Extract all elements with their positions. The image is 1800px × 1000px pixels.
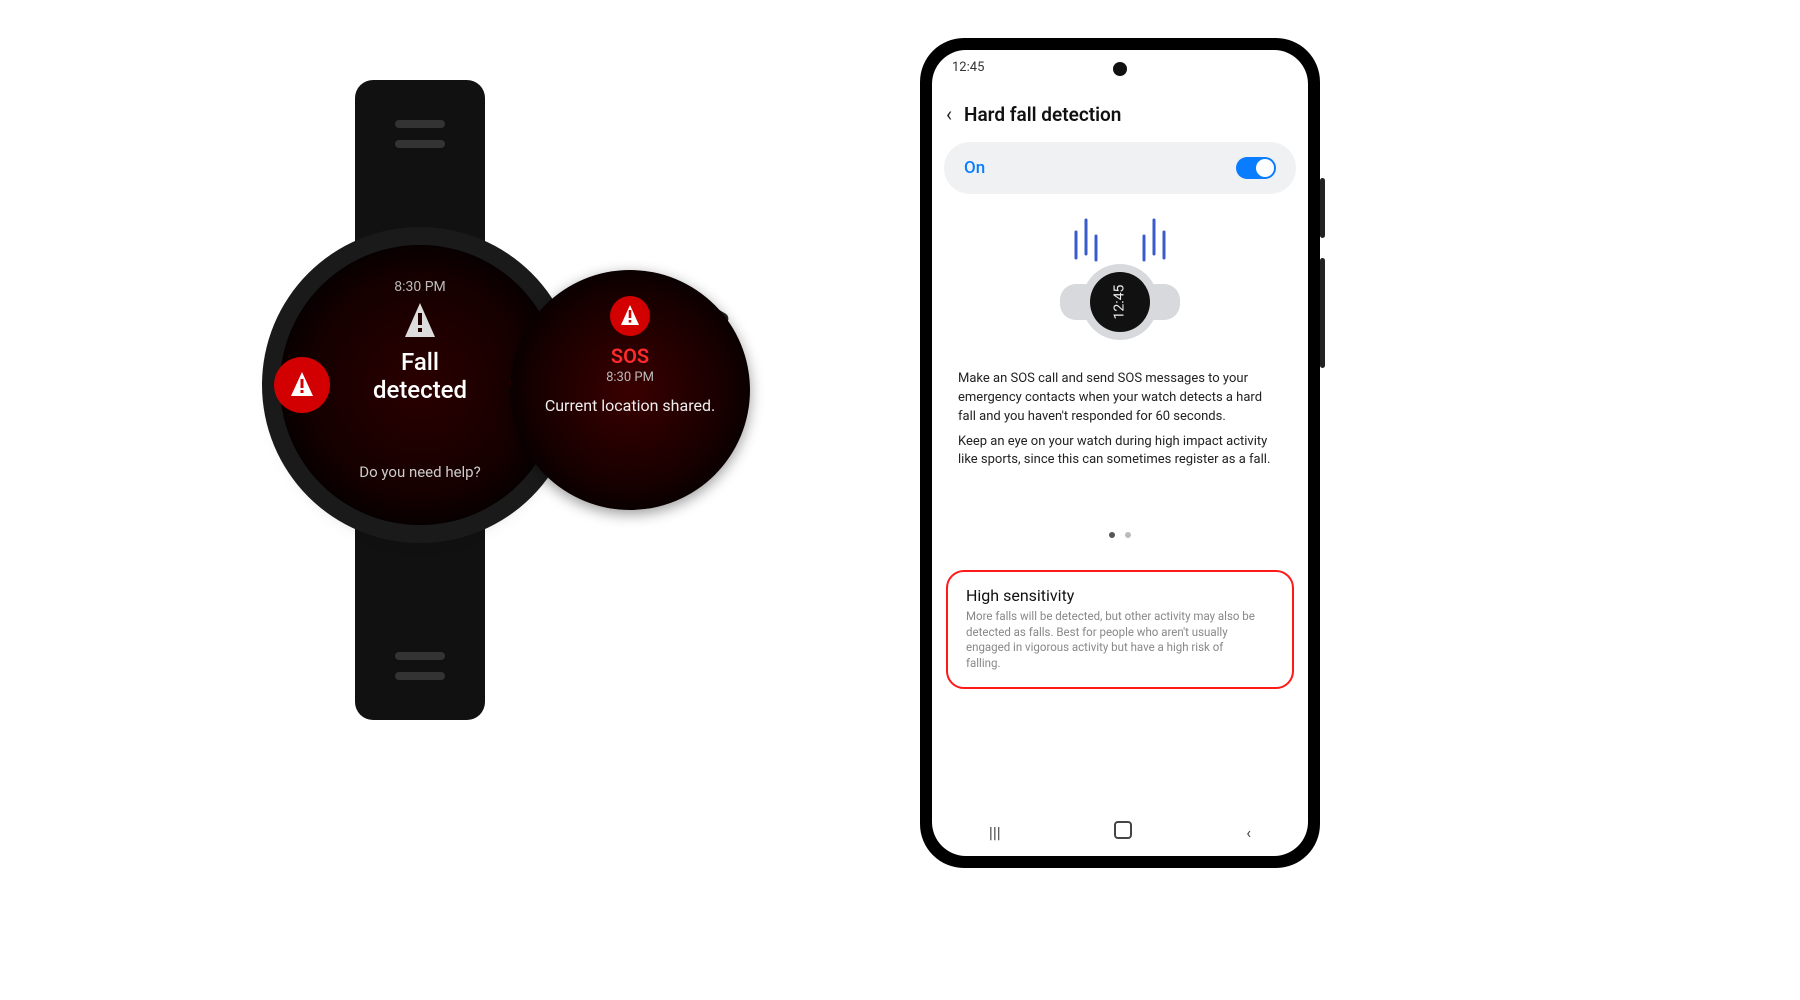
back-nav-button[interactable]: ‹ <box>1246 823 1251 842</box>
high-sensitivity-desc: More falls will be detected, but other a… <box>966 609 1260 671</box>
alert-icon <box>403 301 437 345</box>
sos-time: 8:30 PM <box>510 370 750 385</box>
phone-screen: 12:45 ‹ Hard fall detection On <box>932 50 1308 856</box>
watch-strap-bottom <box>355 520 485 720</box>
watch-face-sos-sent: SOS 8:30 PM Current location shared. <box>510 270 750 510</box>
fall-detection-illustration: 12:45 <box>932 214 1308 354</box>
status-bar-time: 12:45 <box>952 60 984 75</box>
sos-button[interactable] <box>274 357 330 413</box>
master-toggle-row[interactable]: On <box>944 142 1296 194</box>
sos-message: Current location shared. <box>524 396 736 415</box>
page-title: Hard fall detection <box>964 103 1121 126</box>
recents-button[interactable]: ||| <box>989 823 1001 842</box>
illustration-watch-time: 12:45 <box>1112 284 1128 319</box>
front-camera <box>1113 62 1127 76</box>
high-sensitivity-row[interactable]: High sensitivity More falls will be dete… <box>946 570 1294 689</box>
high-sensitivity-title: High sensitivity <box>966 586 1260 605</box>
home-button[interactable] <box>1114 821 1132 843</box>
page-header: ‹ Hard fall detection <box>932 94 1308 134</box>
pager-dots[interactable] <box>932 532 1308 538</box>
watch-alert-subtitle: Do you need help? <box>280 463 560 481</box>
watch-time: 8:30 PM <box>280 279 560 295</box>
sos-label: SOS <box>510 344 750 368</box>
master-toggle-switch[interactable] <box>1236 157 1276 179</box>
master-toggle-label: On <box>964 158 985 178</box>
back-button[interactable]: ‹ <box>946 102 952 126</box>
android-nav-bar: ||| ‹ <box>932 808 1308 856</box>
phone-device: 12:45 ‹ Hard fall detection On <box>920 38 1320 868</box>
pager-dot-1[interactable] <box>1109 532 1115 538</box>
feature-description: Make an SOS call and send SOS messages t… <box>958 370 1282 476</box>
alert-icon <box>610 296 650 336</box>
pager-dot-2[interactable] <box>1125 532 1131 538</box>
